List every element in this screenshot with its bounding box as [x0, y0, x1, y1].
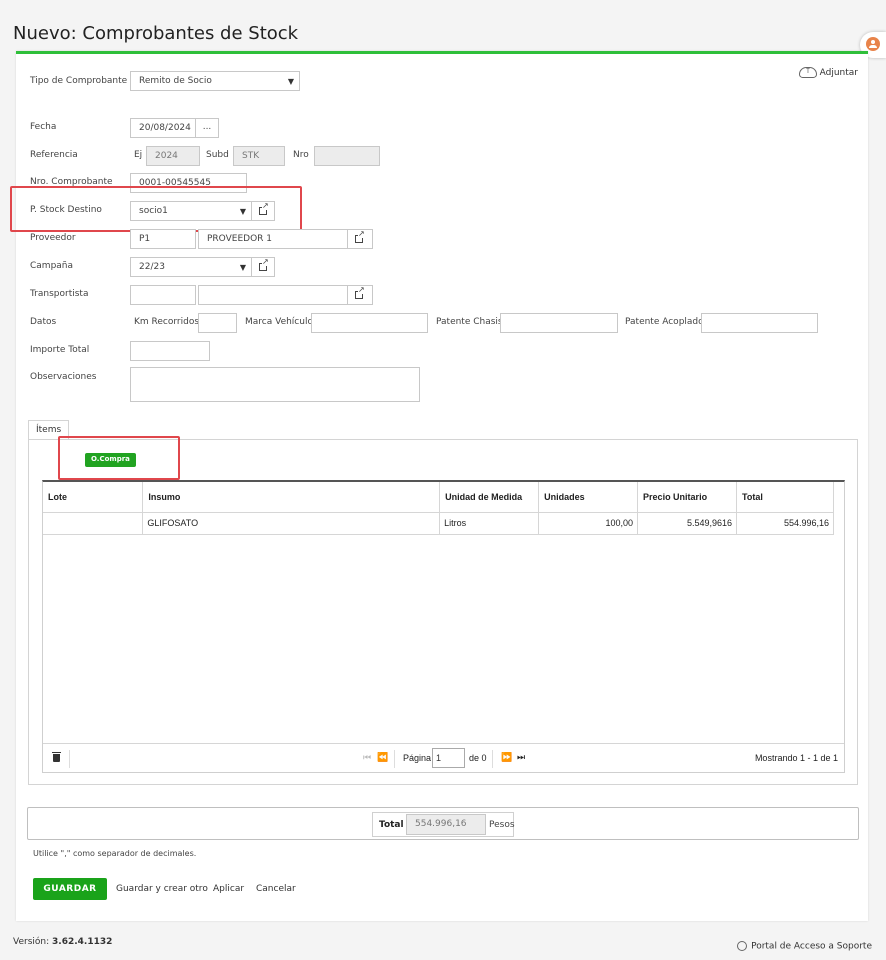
pagina-label: Página [403, 753, 432, 763]
page-number-input[interactable]: 1 [432, 748, 465, 768]
external-link-icon [355, 286, 365, 299]
nro-label: Nro [293, 150, 309, 160]
col-header-unidad[interactable]: Unidad de Medida [439, 482, 540, 513]
first-page-icon[interactable]: ⏮ [363, 752, 371, 763]
subd-field: STK [233, 146, 285, 166]
proveedor-open-button[interactable] [347, 229, 373, 249]
datos-label: Datos [30, 317, 57, 327]
apply-link[interactable]: Aplicar [213, 884, 244, 894]
headset-icon [737, 941, 748, 951]
proveedor-code-input[interactable]: P1 [130, 229, 196, 249]
attach-label: Adjuntar [819, 68, 858, 78]
patente-acoplado-input[interactable] [701, 313, 818, 333]
trash-icon[interactable] [52, 752, 61, 762]
transportista-open-button[interactable] [347, 285, 373, 305]
cell-unidades[interactable]: 100,00 [538, 512, 639, 535]
total-bar: Total 554.996,16 Pesos [27, 807, 859, 840]
pager-divider [69, 750, 70, 768]
col-header-insumo[interactable]: Insumo [142, 482, 441, 513]
page-count-label: de 0 [469, 753, 487, 763]
importe-label: Importe Total [30, 345, 90, 355]
date-picker-button[interactable]: ... [195, 118, 219, 138]
grid-pager: ⏮ ⏪ Página 1 de 0 ⏩ ⏭ Mostrando 1 - 1 de… [43, 743, 844, 773]
support-label: Portal de Acceso a Soporte [751, 941, 872, 952]
tipo-label: Tipo de Comprobante [30, 76, 128, 86]
campana-open-button[interactable] [251, 257, 275, 277]
ej-label: Ej [134, 150, 143, 160]
pager-divider [492, 750, 493, 768]
fecha-label: Fecha [30, 122, 57, 132]
col-header-lote[interactable]: Lote [43, 482, 144, 513]
transportista-label: Transportista [30, 289, 89, 299]
chevron-down-icon: ▼ [287, 77, 294, 86]
campana-select[interactable]: 22/23 ▼ [130, 257, 252, 277]
nro-field [314, 146, 380, 166]
items-tab-panel: O.Compra Lote Insumo Unidad de Medida Un… [28, 436, 858, 785]
proveedor-label: Proveedor [30, 233, 76, 243]
patente-chasis-label: Patente Chasis [436, 317, 503, 327]
col-header-unidades[interactable]: Unidades [538, 482, 639, 513]
proveedor-name-input[interactable]: PROVEEDOR 1 [198, 229, 348, 249]
patente-acoplado-label: Patente Acoplado [625, 317, 704, 327]
patente-chasis-input[interactable] [500, 313, 618, 333]
next-page-icon[interactable]: ⏩ [501, 752, 512, 763]
cell-total[interactable]: 554.996,16 [736, 512, 834, 535]
page-title: Nuevo: Comprobantes de Stock [13, 23, 299, 45]
total-field: 554.996,16 [406, 814, 486, 835]
save-and-new-link[interactable]: Guardar y crear otro [116, 884, 208, 894]
chevron-down-icon: ▼ [239, 263, 246, 272]
items-table: Lote Insumo Unidad de Medida Unidades Pr… [43, 482, 834, 535]
total-group: Total 554.996,16 Pesos [372, 812, 515, 837]
subd-label: Subd [206, 150, 229, 160]
importe-input[interactable] [130, 341, 210, 361]
tipo-select[interactable]: Remito de Socio ▼ [130, 71, 300, 91]
transportista-code-input[interactable] [130, 285, 196, 305]
cloud-upload-icon [798, 66, 817, 78]
observaciones-textarea[interactable] [130, 367, 420, 402]
version-info: Versión: 3.62.4.1132 [13, 937, 112, 947]
campana-value: 22/23 [139, 262, 165, 272]
attach-link[interactable]: Adjuntar [798, 66, 858, 78]
col-header-total[interactable]: Total [736, 482, 834, 513]
highlight-box-stock-destino [10, 186, 302, 232]
items-grid: Lote Insumo Unidad de Medida Unidades Pr… [42, 480, 845, 773]
external-link-icon [259, 258, 269, 271]
cell-insumo[interactable]: GLIFOSATO [142, 512, 441, 535]
user-avatar-icon[interactable] [866, 37, 880, 51]
cell-lote[interactable] [43, 512, 144, 535]
total-label: Total [379, 820, 404, 830]
km-label: Km Recorridos [134, 317, 200, 327]
campana-label: Campaña [30, 261, 74, 271]
cell-precio[interactable]: 5.549,9616 [637, 512, 737, 535]
transportista-name-input[interactable] [198, 285, 348, 305]
tipo-value: Remito de Socio [139, 76, 212, 86]
cancel-link[interactable]: Cancelar [256, 884, 296, 894]
version-value: 3.62.4.1132 [52, 937, 113, 947]
save-button[interactable]: GUARDAR [33, 878, 107, 900]
currency-label: Pesos [489, 820, 515, 830]
version-label: Versión: [13, 937, 50, 947]
pager-divider [394, 750, 395, 768]
observaciones-label: Observaciones [30, 372, 97, 382]
support-link[interactable]: Portal de Acceso a Soporte [737, 941, 872, 952]
form-panel: Adjuntar Tipo de Comprobante Remito de S… [10, 51, 868, 921]
highlight-box-ocompra [58, 436, 180, 480]
table-row[interactable]: GLIFOSATO Litros 100,00 5.549,9616 554.9… [43, 512, 834, 535]
pager-showing-text: Mostrando 1 - 1 de 1 [754, 753, 838, 763]
marca-label: Marca Vehículo [245, 317, 313, 327]
fecha-input[interactable]: 20/08/2024 [130, 118, 196, 138]
ej-field: 2024 [146, 146, 200, 166]
last-page-icon[interactable]: ⏭ [517, 752, 525, 763]
table-header-row: Lote Insumo Unidad de Medida Unidades Pr… [43, 482, 834, 513]
km-input[interactable] [198, 313, 237, 333]
referencia-label: Referencia [30, 150, 78, 160]
decimal-hint: Utilice "," como separador de decimales. [33, 849, 197, 858]
prev-page-icon[interactable]: ⏪ [377, 752, 388, 763]
cell-unidad[interactable]: Litros [439, 512, 540, 535]
external-link-icon [355, 230, 365, 243]
marca-input[interactable] [311, 313, 428, 333]
col-header-precio[interactable]: Precio Unitario [637, 482, 737, 513]
